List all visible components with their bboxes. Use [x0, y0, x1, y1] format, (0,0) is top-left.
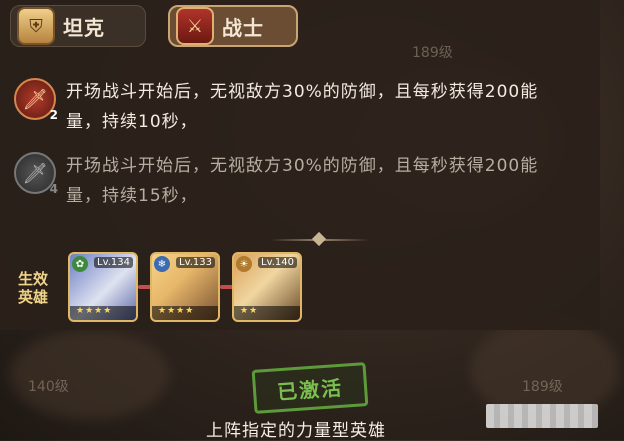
hero-level: Lv.133 — [176, 257, 215, 268]
hero-stars: ★★★★ — [70, 306, 136, 320]
requirement-text: 上阵指定的力量型英雄 — [206, 421, 386, 441]
background-level-label: 189级 — [412, 45, 453, 61]
effective-heroes-label: 生效英雄 — [18, 270, 49, 306]
background-blob — [10, 330, 170, 420]
tab-warrior-label: 战士 — [222, 15, 264, 40]
light-icon: ☀ — [236, 256, 252, 272]
skill-description: 开场战斗开始后，无视敌方30%的防御，且每秒获得200能量，持续15秒， — [66, 156, 539, 206]
tab-tank[interactable]: ⛨ 坦克 — [10, 5, 146, 47]
background-level-label: 189级 — [522, 379, 563, 395]
nature-icon: ✿ — [72, 256, 88, 272]
hero-card[interactable]: ✿ Lv.134 ★★★★ — [68, 252, 138, 322]
background-level-label: 140级 — [28, 379, 69, 395]
hero-card[interactable]: ☀ Lv.140 ★★ — [232, 252, 302, 322]
watermark — [486, 404, 598, 428]
tab-tank-label: 坦克 — [63, 15, 105, 40]
hero-card[interactable]: ❄ Lv.133 ★★★★ — [150, 252, 220, 322]
shield-icon: ⛨ — [17, 7, 55, 45]
hero-level: Lv.134 — [94, 257, 133, 268]
sword-icon: ⚔ — [176, 7, 214, 45]
skill-description: 开场战斗开始后，无视敌方30%的防御，且每秒获得200能量，持续10秒， — [66, 82, 539, 132]
tab-warrior[interactable]: ⚔ 战士 — [168, 5, 298, 47]
sword-skill-icon: 🗡 4 — [14, 152, 58, 196]
hero-stars: ★★★★ — [152, 306, 218, 320]
hero-stars: ★★ — [234, 306, 300, 320]
skill-level-badge: 2 — [49, 108, 58, 122]
skill-level-badge: 4 — [49, 182, 58, 196]
sword-skill-icon: 🗡 2 — [14, 78, 58, 122]
activated-stamp: 已激活 — [251, 362, 369, 414]
water-icon: ❄ — [154, 256, 170, 272]
hero-level: Lv.140 — [258, 257, 297, 268]
